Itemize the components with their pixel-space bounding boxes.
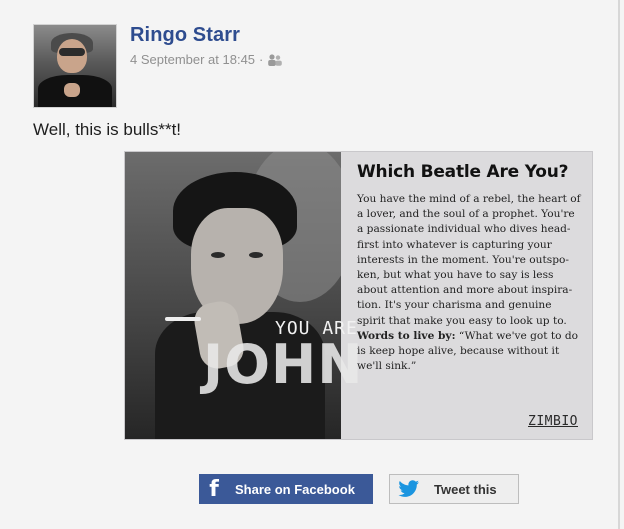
card-title: Which Beatle Are You? — [357, 162, 569, 182]
avatar-glasses — [59, 48, 85, 56]
post-timestamp[interactable]: 4 September at 18:45 — [130, 52, 255, 67]
overlay-name: JOHN — [203, 333, 364, 396]
card-text: Which Beatle Are You? You have the mind … — [357, 152, 582, 374]
words-to-live-by-label: Words to live by: — [357, 329, 456, 342]
twitter-bird-icon — [398, 480, 420, 498]
author-name[interactable]: Ringo Starr — [130, 24, 240, 47]
post-meta: 4 September at 18:45 · — [130, 52, 283, 67]
friends-icon[interactable] — [267, 53, 283, 67]
card-description: You have the mind of a rebel, the heart … — [357, 193, 581, 327]
avatar[interactable] — [33, 24, 117, 108]
share-on-facebook-label: Share on Facebook — [235, 481, 355, 497]
photo-eye-left — [211, 252, 225, 258]
meta-separator: · — [259, 52, 264, 67]
quiz-result-card[interactable]: YOU ARE JOHN Which Beatle Are You? You h… — [124, 151, 593, 440]
divider — [618, 0, 620, 529]
photo-eye-right — [249, 252, 263, 258]
avatar-face — [57, 39, 87, 73]
share-on-facebook-button[interactable]: f Share on Facebook — [199, 474, 373, 504]
zimbio-logo[interactable]: ZIMBIO — [528, 414, 578, 429]
card-body: You have the mind of a rebel, the heart … — [357, 192, 582, 374]
tweet-this-label: Tweet this — [434, 481, 497, 497]
page: Ringo Starr 4 September at 18:45 · Well,… — [0, 0, 624, 529]
avatar-hand — [64, 83, 80, 97]
facebook-icon: f — [209, 476, 219, 502]
tweet-this-button[interactable]: Tweet this — [389, 474, 519, 504]
post-text: Well, this is bulls**t! — [33, 120, 182, 139]
photo-cigarette — [165, 317, 201, 321]
